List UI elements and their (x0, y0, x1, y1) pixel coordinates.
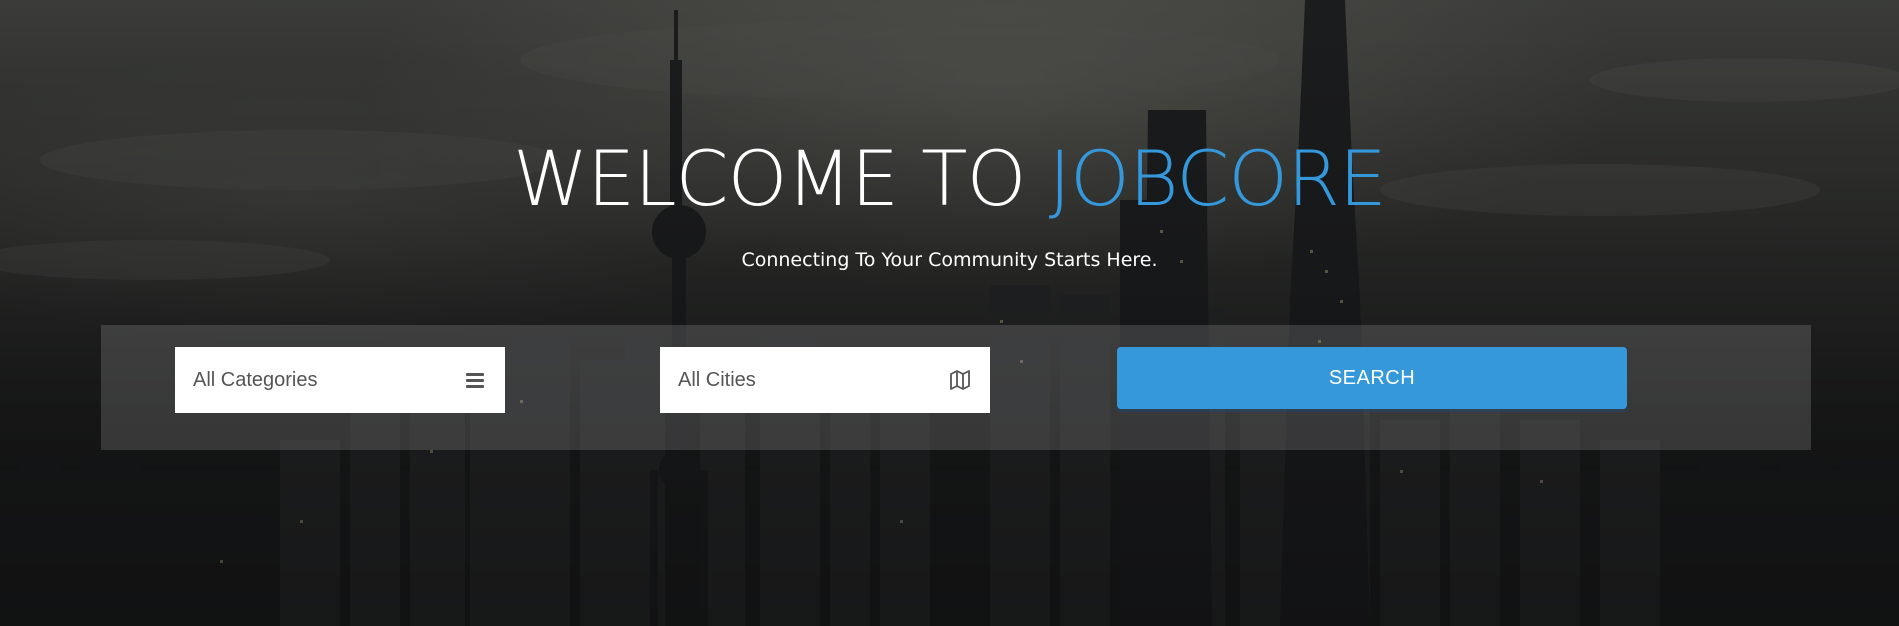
city-skyline-background (0, 0, 1899, 626)
search-panel: All Categories All Cities SEARCH (101, 325, 1811, 450)
hero-title-main: WELCOME TO (513, 134, 1049, 223)
list-icon (466, 373, 484, 388)
hero-section: WELCOME TO JOBCORE Connecting To Your Co… (0, 0, 1899, 626)
category-select[interactable]: All Categories (175, 347, 505, 413)
hero-subtitle: Connecting To Your Community Starts Here… (741, 249, 1158, 271)
category-select-value: All Categories (193, 369, 318, 391)
city-select-value: All Cities (678, 369, 756, 391)
hero-title-accent: JOBCORE (1048, 134, 1387, 223)
map-icon (950, 370, 970, 390)
hero-title: WELCOME TO JOBCORE (0, 135, 1899, 223)
search-button[interactable]: SEARCH (1117, 347, 1627, 409)
city-select[interactable]: All Cities (660, 347, 990, 413)
